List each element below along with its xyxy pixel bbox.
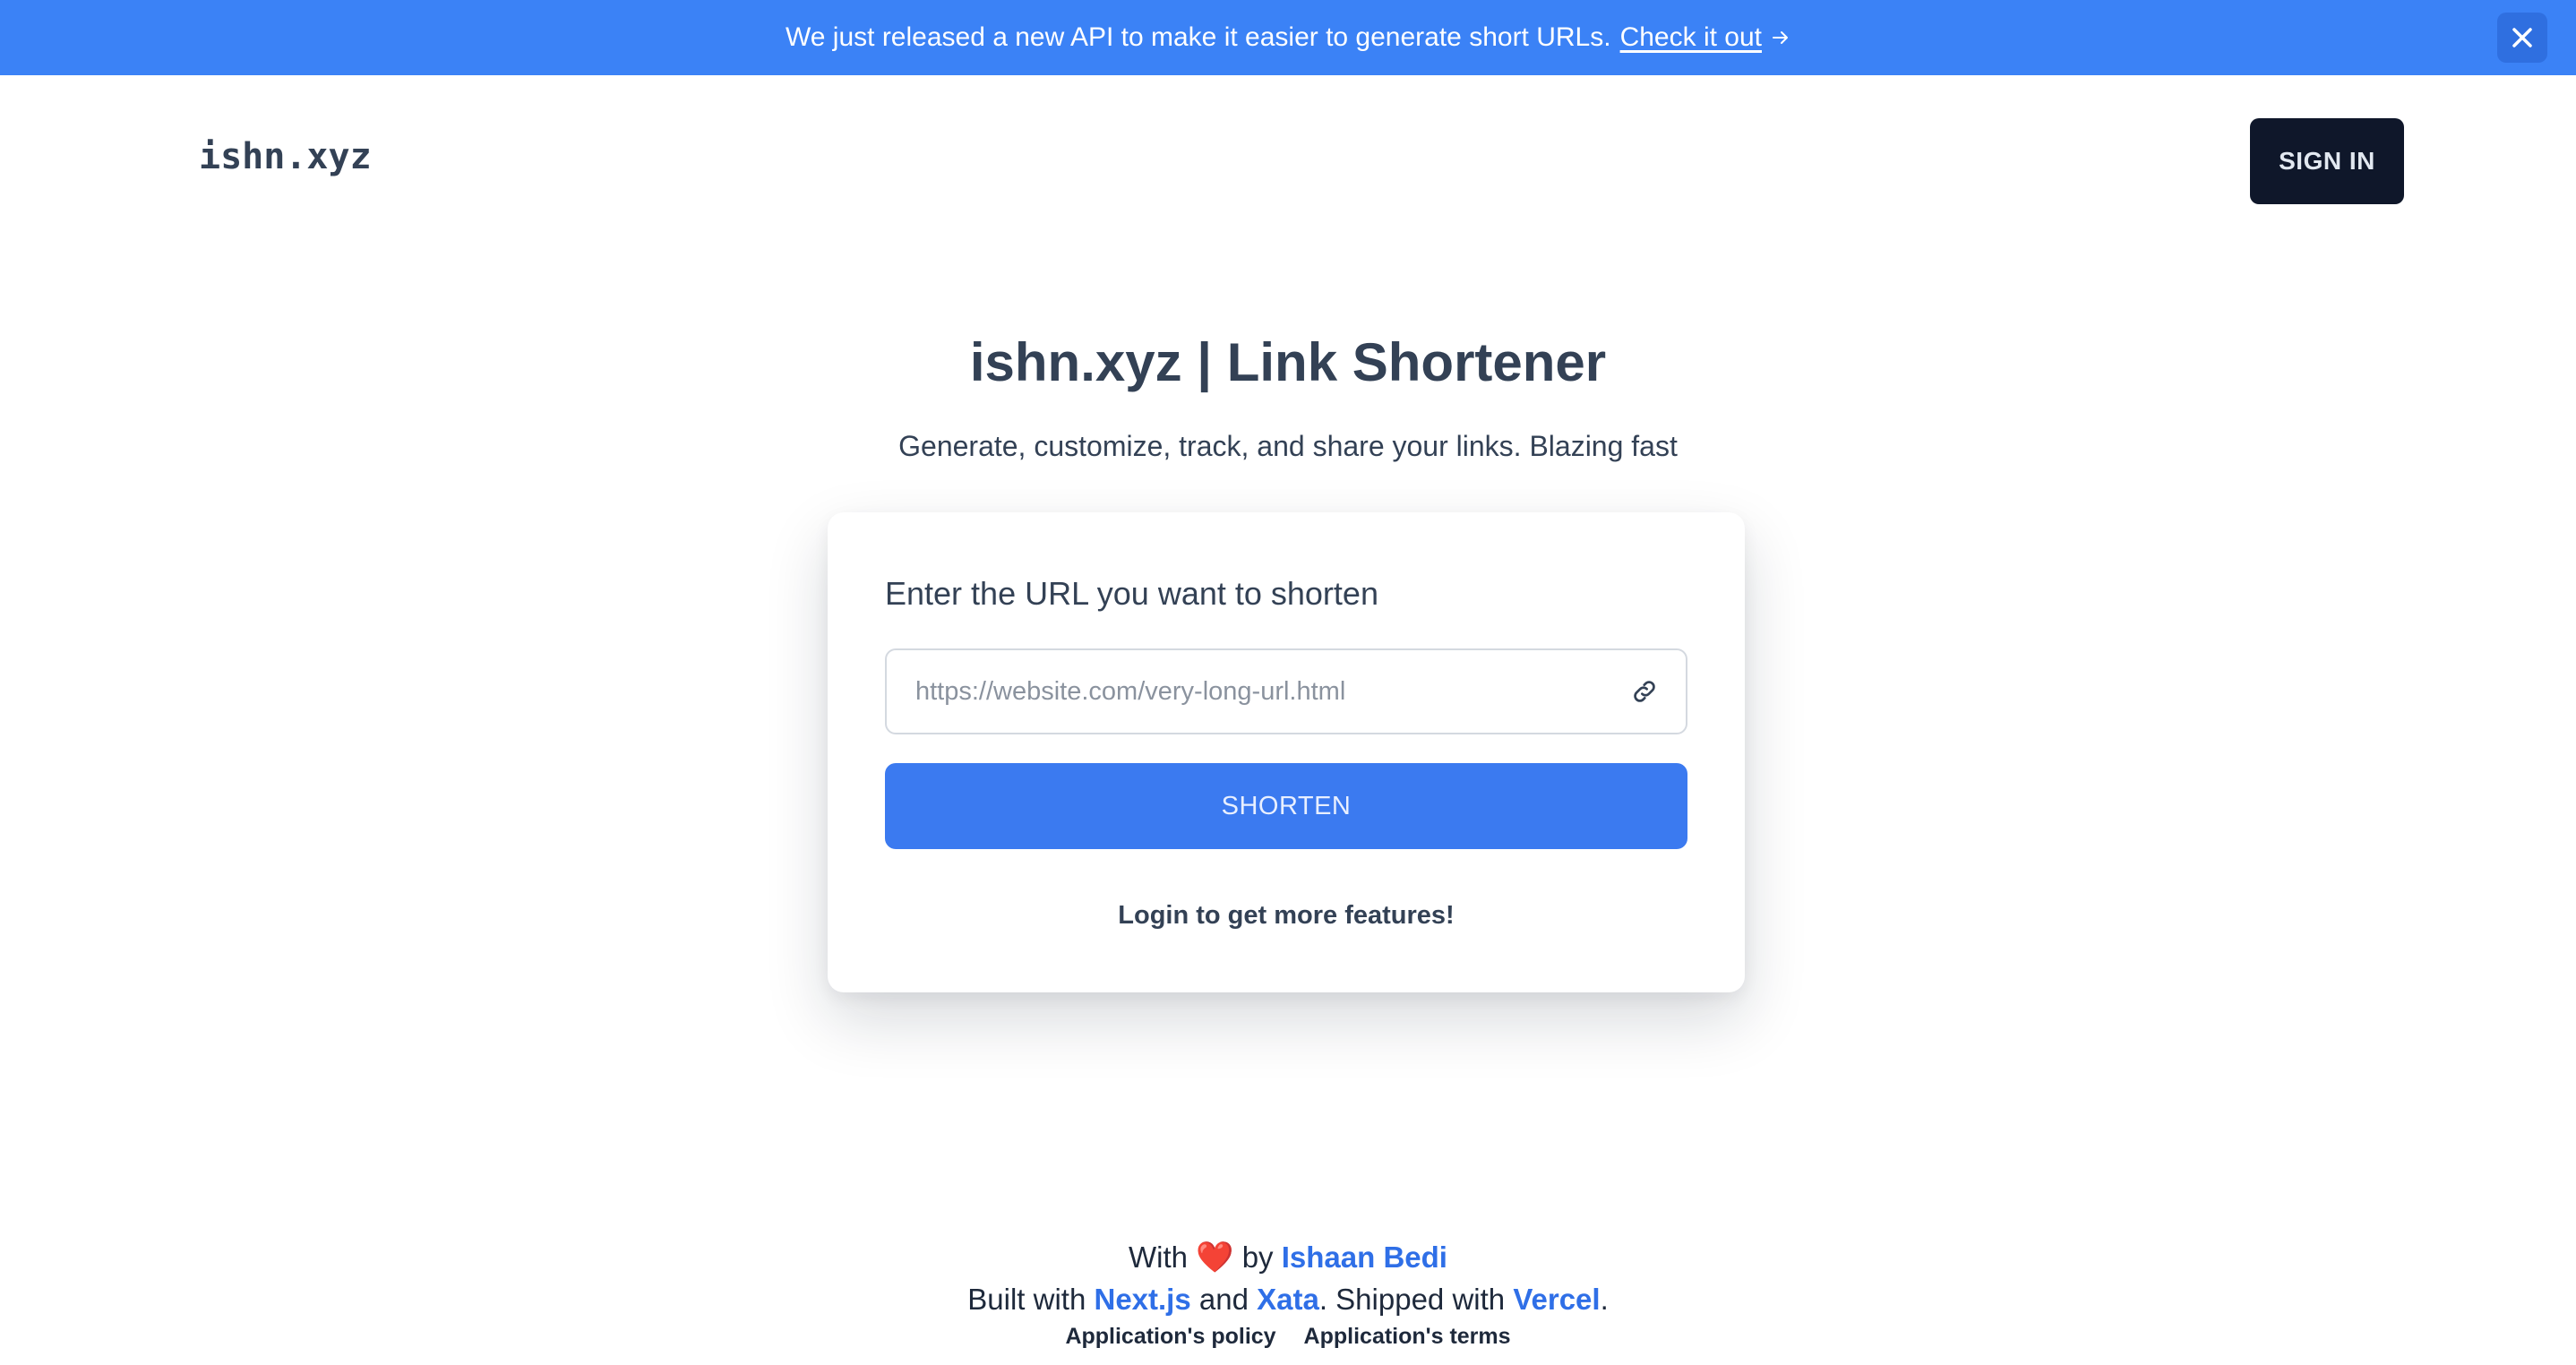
heart-icon: ❤️ [1196,1241,1234,1275]
page-title: ishn.xyz | Link Shortener [969,332,1607,392]
page-subtitle: Generate, customize, track, and share yo… [898,430,1678,462]
footer-legal-links: Application's policy Application's terms [0,1324,2576,1350]
policy-link[interactable]: Application's policy [1065,1324,1275,1349]
vercel-link[interactable]: Vercel [1513,1283,1600,1316]
footer-by-text: by [1241,1241,1274,1274]
login-prompt[interactable]: Login to get more features! [828,901,1745,931]
xata-link[interactable]: Xata [1257,1283,1319,1316]
nextjs-link[interactable]: Next.js [1094,1283,1190,1316]
footer-credit: With ❤️ by Ishaan Bedi [0,1240,2576,1275]
shorten-button[interactable]: SHORTEN [885,763,1687,849]
footer-period: . [1600,1283,1609,1316]
banner-text: We just released a new API to make it ea… [786,22,1611,52]
terms-link[interactable]: Application's terms [1304,1324,1511,1349]
site-logo[interactable]: ishn.xyz [199,136,372,177]
close-icon [2512,28,2532,47]
announcement-banner: We just released a new API to make it ea… [0,0,2576,75]
footer-shipped-text: . Shipped with [1318,1283,1506,1316]
footer-built-with: Built with Next.js and Xata. Shipped wit… [0,1283,2576,1317]
link-icon [1634,681,1655,702]
author-link[interactable]: Ishaan Bedi [1282,1241,1447,1274]
footer-with-text: With [1129,1241,1189,1274]
footer-built-text: Built with [967,1283,1086,1316]
arrow-right-icon[interactable] [1771,28,1790,47]
url-input[interactable] [887,651,1632,732]
url-field-label: Enter the URL you want to shorten [885,575,1378,612]
banner-check-it-out-link[interactable]: Check it out [1620,22,1762,53]
sign-in-button[interactable]: SIGN IN [2250,118,2404,204]
footer-and-text: and [1198,1283,1249,1316]
shorten-url-card: Enter the URL you want to shorten SHORTE… [828,512,1745,992]
close-banner-button[interactable] [2497,13,2547,63]
url-input-wrapper [885,648,1687,734]
